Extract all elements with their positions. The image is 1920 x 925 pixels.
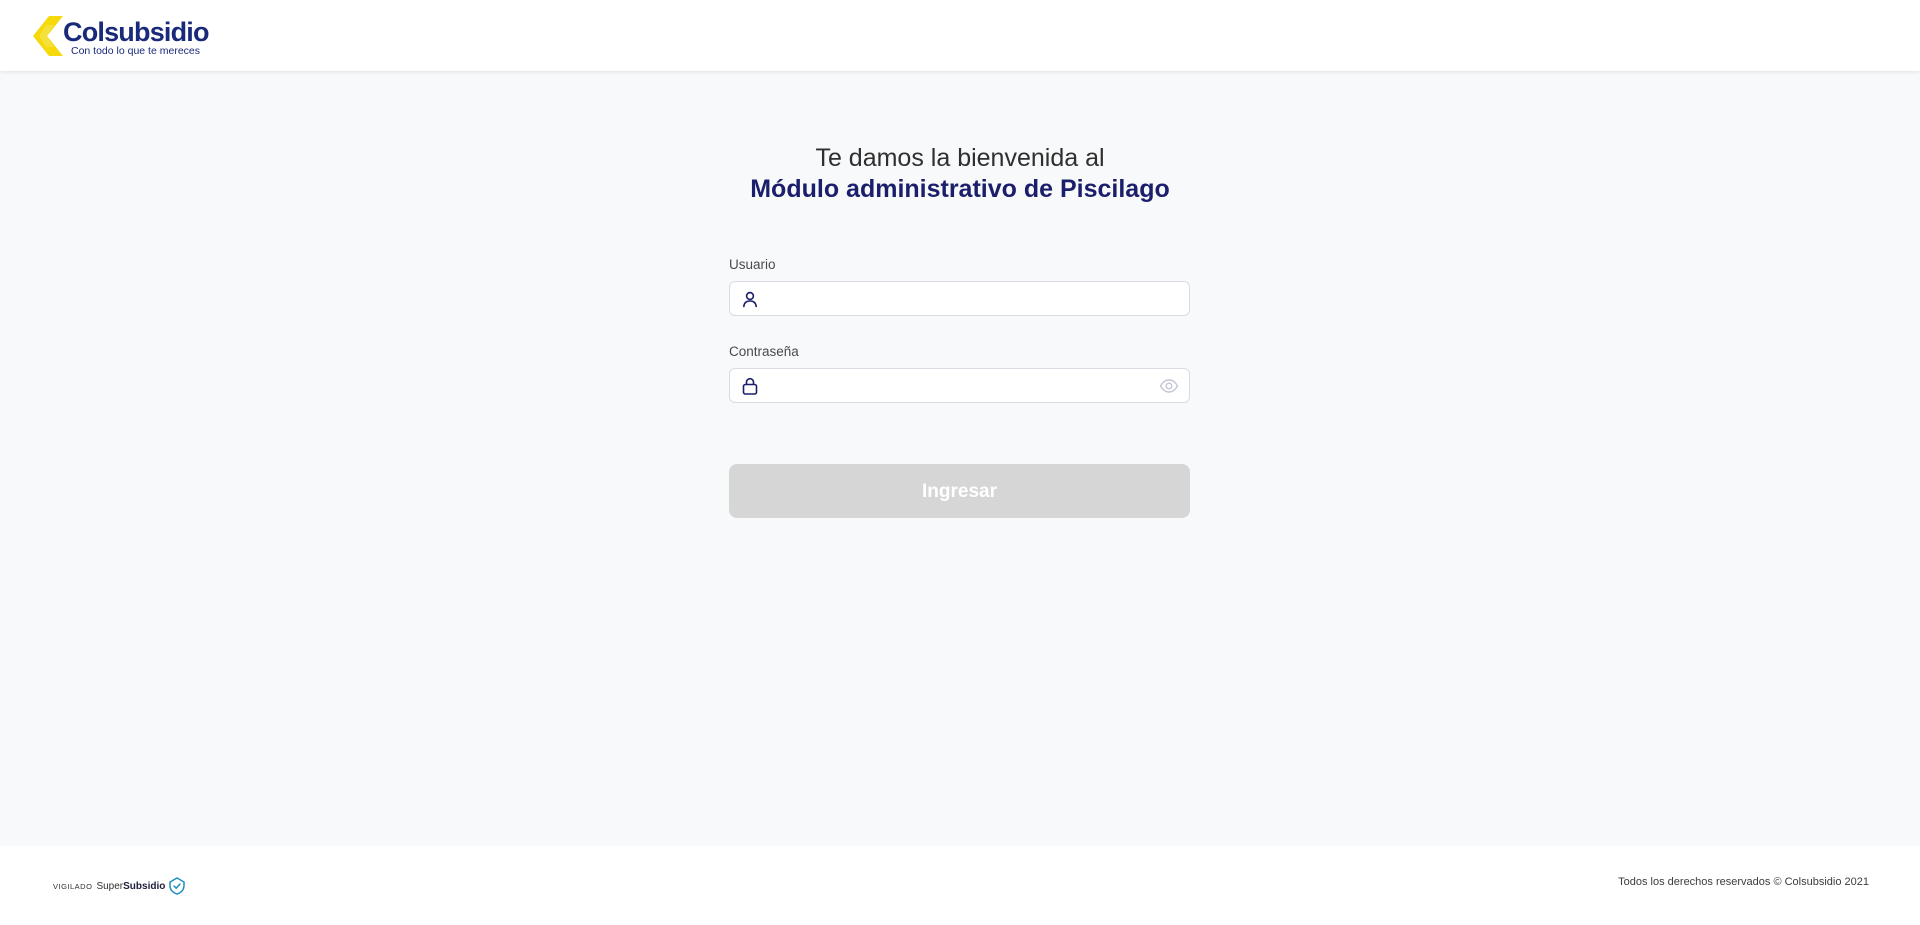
footer: VIGILADO Super Subsidio Todos los derech… xyxy=(0,846,1920,925)
vigilado-prefix: VIGILADO xyxy=(53,881,93,891)
welcome-text: Te damos la bienvenida al xyxy=(815,144,1105,172)
logo-tagline: Con todo lo que te mereces xyxy=(71,45,200,57)
username-input[interactable] xyxy=(768,282,1149,317)
colsubsidio-logo[interactable]: Colsubsidio Con todo lo que te mereces xyxy=(33,16,213,57)
password-input[interactable] xyxy=(768,369,1149,404)
password-field[interactable] xyxy=(729,368,1190,404)
supersubsidio-shield-icon xyxy=(169,877,186,895)
supersubsidio-light: Super xyxy=(96,880,124,892)
colsubsidio-chevron-icon xyxy=(33,16,63,56)
top-header: Colsubsidio Con todo lo que te mereces xyxy=(0,0,1920,71)
password-label: Contraseña xyxy=(729,344,799,359)
vigilado-supersubsidio-badge: VIGILADO Super Subsidio xyxy=(53,876,186,896)
username-label: Usuario xyxy=(729,257,776,272)
username-field[interactable] xyxy=(729,281,1190,317)
logo-wordmark: Colsubsidio xyxy=(63,17,210,47)
eye-icon[interactable] xyxy=(1159,378,1179,394)
page-title: Módulo administrativo de Piscilago xyxy=(750,175,1170,203)
user-icon xyxy=(743,291,757,308)
lock-icon xyxy=(742,377,758,395)
copyright-text: Todos los derechos reservados © Colsubsi… xyxy=(1618,876,1869,888)
supersubsidio-bold: Subsidio xyxy=(123,880,166,892)
login-button[interactable]: Ingresar xyxy=(729,464,1190,518)
